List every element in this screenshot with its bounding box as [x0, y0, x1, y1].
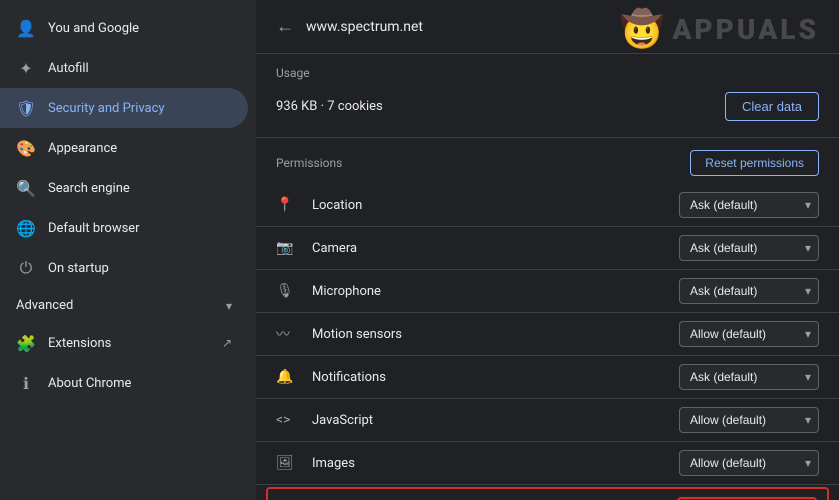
notifications-select[interactable]: Ask (default) — [679, 364, 819, 390]
images-select-wrapper: Allow (default) — [679, 450, 819, 476]
permission-row-motion-sensors: 〰 Motion sensors Allow (default) — [256, 313, 839, 356]
appearance-label: Appearance — [48, 141, 232, 156]
search-engine-icon: 🔍 — [16, 178, 36, 198]
notifications-select-wrapper: Ask (default) — [679, 364, 819, 390]
appearance-icon: 🎨 — [16, 138, 36, 158]
motion-sensors-icon: 〰 — [276, 324, 300, 344]
extensions-label: Extensions — [48, 336, 210, 351]
sidebar-item-search-engine[interactable]: 🔍 Search engine — [0, 168, 248, 208]
autofill-icon: ✦ — [16, 58, 36, 78]
permissions-label: Permissions — [276, 156, 342, 170]
location-icon: 📍 — [276, 197, 300, 213]
sidebar-item-extensions[interactable]: 🧩 Extensions ↗ — [0, 323, 248, 363]
notifications-icon: 🔔 — [276, 369, 300, 385]
javascript-name: JavaScript — [312, 413, 679, 428]
microphone-name: Microphone — [312, 284, 679, 299]
permission-row-location: 📍 Location Ask (default) — [256, 184, 839, 227]
on-startup-icon: ⏻ — [16, 258, 36, 278]
default-browser-icon: 🌐 — [16, 218, 36, 238]
motion-sensors-select[interactable]: Allow (default) — [679, 321, 819, 347]
security-privacy-label: Security and Privacy — [48, 101, 232, 116]
sidebar-item-appearance[interactable]: 🎨 Appearance — [0, 128, 248, 168]
sidebar-item-you-google[interactable]: 👤 You and Google — [0, 8, 248, 48]
permission-row-notifications: 🔔 Notifications Ask (default) — [256, 356, 839, 399]
external-link-icon: ↗ — [222, 336, 232, 350]
camera-icon: 📷 — [276, 240, 300, 256]
advanced-label: Advanced — [16, 298, 73, 313]
javascript-select[interactable]: Allow (default) — [679, 407, 819, 433]
you-google-icon: 👤 — [16, 18, 36, 38]
security-privacy-icon: 🛡 — [16, 98, 36, 118]
usage-text: 936 KB · 7 cookies — [276, 99, 383, 114]
images-select[interactable]: Allow (default) — [679, 450, 819, 476]
sidebar-item-about-chrome[interactable]: ℹ About Chrome — [0, 363, 248, 403]
permission-row-microphone: 🎙 Microphone Ask (default) — [256, 270, 839, 313]
motion-sensors-select-wrapper: Allow (default) — [679, 321, 819, 347]
search-engine-label: Search engine — [48, 181, 232, 196]
permission-row-camera: 📷 Camera Ask (default) — [256, 227, 839, 270]
about-chrome-icon: ℹ — [16, 373, 36, 393]
microphone-select[interactable]: Ask (default) — [679, 278, 819, 304]
sidebar: 👤 You and Google ✦ Autofill 🛡 Security a… — [0, 0, 256, 500]
permissions-header: Permissions Reset permissions — [256, 138, 839, 184]
microphone-icon: 🎙 — [276, 283, 300, 299]
camera-name: Camera — [312, 241, 679, 256]
advanced-arrow-icon: ▾ — [226, 299, 232, 313]
notifications-name: Notifications — [312, 370, 679, 385]
microphone-select-wrapper: Ask (default) — [679, 278, 819, 304]
site-title: www.spectrum.net — [306, 19, 423, 35]
you-google-label: You and Google — [48, 21, 232, 36]
site-header: ← www.spectrum.net — [256, 0, 839, 54]
camera-select-wrapper: Ask (default) — [679, 235, 819, 261]
camera-select[interactable]: Ask (default) — [679, 235, 819, 261]
permission-row-javascript: <> JavaScript Allow (default) — [256, 399, 839, 442]
extensions-icon: 🧩 — [16, 333, 36, 353]
images-name: Images — [312, 456, 679, 471]
about-chrome-label: About Chrome — [48, 376, 232, 391]
location-select-wrapper: Ask (default) — [679, 192, 819, 218]
location-select[interactable]: Ask (default) — [679, 192, 819, 218]
usage-label: Usage — [256, 54, 839, 84]
images-icon: 🖼 — [276, 455, 300, 471]
main-content: ← www.spectrum.net Usage 936 KB · 7 cook… — [256, 0, 839, 500]
location-name: Location — [312, 198, 679, 213]
on-startup-label: On startup — [48, 261, 232, 276]
javascript-icon: <> — [276, 412, 300, 428]
permission-row-images: 🖼 Images Allow (default) — [256, 442, 839, 485]
javascript-select-wrapper: Allow (default) — [679, 407, 819, 433]
reset-permissions-button[interactable]: Reset permissions — [690, 150, 819, 176]
advanced-section[interactable]: Advanced ▾ — [0, 288, 248, 323]
permission-row-popups: ↗ Pop-ups and redirects Block (default) … — [266, 487, 829, 500]
sidebar-item-autofill[interactable]: ✦ Autofill — [0, 48, 248, 88]
permissions-list: 📍 Location Ask (default) 📷 Camera Ask (d… — [256, 184, 839, 500]
motion-sensors-name: Motion sensors — [312, 327, 679, 342]
sidebar-item-default-browser[interactable]: 🌐 Default browser — [0, 208, 248, 248]
back-button[interactable]: ← — [276, 16, 294, 37]
clear-data-button[interactable]: Clear data — [725, 92, 819, 121]
default-browser-label: Default browser — [48, 221, 232, 236]
autofill-label: Autofill — [48, 61, 232, 76]
sidebar-item-on-startup[interactable]: ⏻ On startup — [0, 248, 248, 288]
sidebar-item-security-privacy[interactable]: 🛡 Security and Privacy — [0, 88, 248, 128]
usage-row: 936 KB · 7 cookies Clear data — [256, 84, 839, 138]
